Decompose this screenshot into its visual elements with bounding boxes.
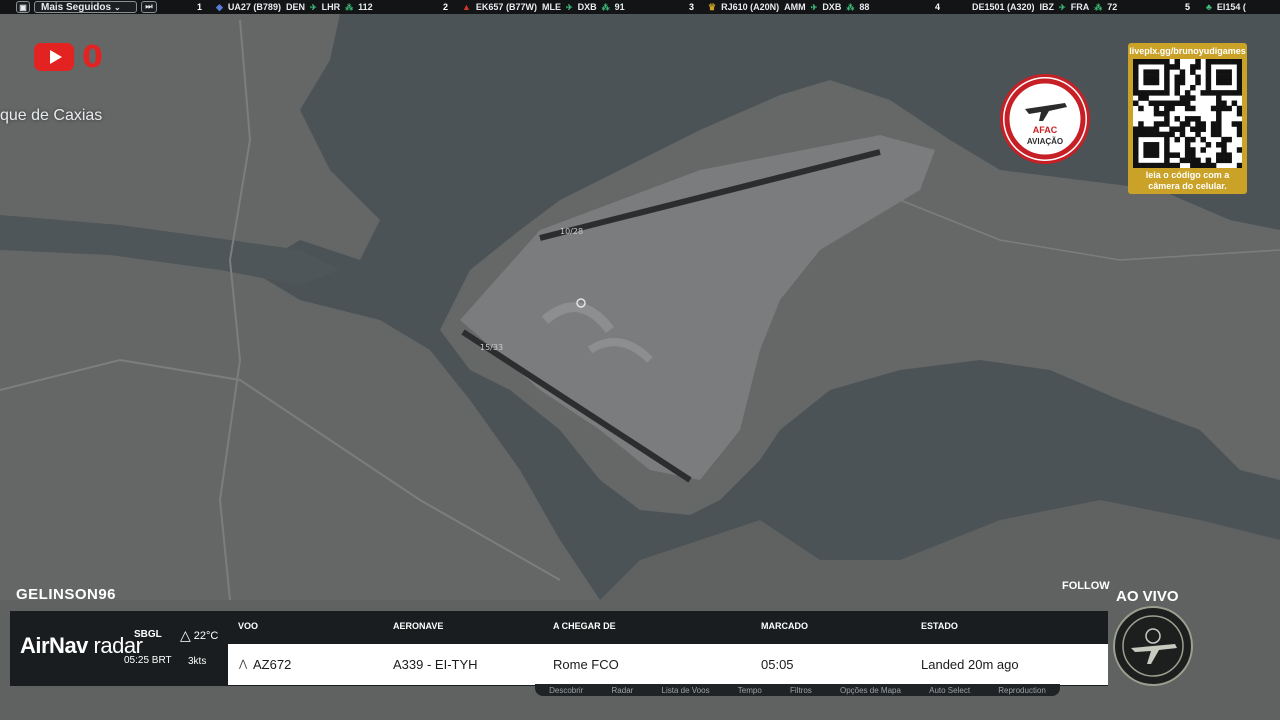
airport-code: SBGL xyxy=(134,629,162,640)
followers-icon: ⁂ xyxy=(1094,2,1103,12)
ticker-rank: 5 xyxy=(1185,2,1191,12)
follow-button[interactable]: FOLLOW xyxy=(1062,580,1110,592)
airline-logo-icon: ▲ xyxy=(462,2,471,12)
ticker-from: DEN xyxy=(285,2,305,12)
menu-button[interactable]: ▣ xyxy=(16,1,30,13)
youtube-count: 0 xyxy=(82,40,103,75)
chevron-down-icon: ⌄ xyxy=(114,2,121,12)
qr-caption-line2: câmera do celular. xyxy=(1148,181,1227,191)
local-time: 05:25 BRT xyxy=(124,655,172,666)
streamer-username: GELINSON96 xyxy=(16,586,117,603)
ticker-from: IBZ xyxy=(1039,2,1055,12)
menu-item[interactable]: Lista de Voos xyxy=(662,686,710,695)
qr-caption-line1: leia o código com a xyxy=(1145,170,1230,180)
ticker-rank: 3 xyxy=(689,2,695,12)
qr-url: liveplx.gg/brunoyudigames xyxy=(1129,46,1246,56)
plane-icon: ✈ xyxy=(309,2,317,12)
channel-badge-logo xyxy=(1113,606,1193,686)
plane-icon: ✈ xyxy=(810,2,818,12)
flight-icon: ⋀ xyxy=(239,659,248,670)
cell-flight: AZ672 xyxy=(253,657,292,672)
ticker-item[interactable]: 4 DE1501 (A320) IBZ ✈ FRA ⁂ 72 xyxy=(935,2,1185,13)
flight-ticker: 1 ◆ UA27 (B789) DEN ✈ LHR ⁂ 112 2 ▲ EK65… xyxy=(197,2,1265,13)
col-header-aircraft: AERONAVE xyxy=(393,621,444,631)
airline-logo-icon: ♣ xyxy=(1206,2,1212,12)
menu-item[interactable]: Radar xyxy=(612,686,634,695)
ticker-followers: 91 xyxy=(614,2,625,12)
followers-icon: ⁂ xyxy=(846,2,855,12)
ticker-to: DXB xyxy=(577,2,597,12)
cell-aircraft: A339 - EI-TYH xyxy=(393,657,478,672)
col-header-status: ESTADO xyxy=(921,621,958,631)
youtube-icon xyxy=(34,43,74,71)
menu-icon: ▣ xyxy=(19,2,27,12)
afac-sub: AVIAÇÃO xyxy=(1026,137,1064,146)
filter-label: Mais Seguidos xyxy=(41,1,112,13)
ticker-item[interactable]: 5 ♣ EI154 ( xyxy=(1185,2,1265,13)
ticker-rank: 1 xyxy=(197,2,203,12)
ticker-followers: 88 xyxy=(859,2,870,12)
plane-icon: ✈ xyxy=(565,2,573,12)
ticker-to: FRA xyxy=(1070,2,1090,12)
airline-logo-icon: ♛ xyxy=(708,1,717,12)
cell-arriving: Rome FCO xyxy=(553,657,619,672)
filter-dropdown[interactable]: Mais Seguidos ⌄ xyxy=(34,1,137,13)
weather-drop-icon: △ xyxy=(180,627,191,643)
plane-logo-icon xyxy=(1004,78,1086,160)
top-ticker-bar: ▣ Mais Seguidos ⌄ ⏭ 1 ◆ UA27 (B789) DEN … xyxy=(0,0,1280,14)
live-label: AO VIVO xyxy=(1116,588,1179,605)
airplane-badge-icon xyxy=(1122,615,1184,677)
ticker-code: EI154 ( xyxy=(1216,2,1246,12)
map-place-label: que de Caxias xyxy=(0,107,103,124)
followers-icon: ⁂ xyxy=(345,2,354,12)
ticker-code: UA27 (B789) xyxy=(227,2,281,12)
cell-status: Landed 20m ago xyxy=(921,657,1019,672)
skip-button[interactable]: ⏭ xyxy=(141,1,157,13)
col-header-scheduled: MARCADO xyxy=(761,621,808,631)
ticker-code: RJ610 (A20N) xyxy=(721,2,780,12)
ticker-from: MLE xyxy=(541,2,561,12)
runway-label-b: 15/33 xyxy=(480,343,503,352)
afac-logo: AFAC AVIAÇÃO xyxy=(1000,74,1090,164)
ticker-item[interactable]: 3 ♛ RJ610 (A20N) AMM ✈ DXB ⁂ 88 xyxy=(689,2,935,13)
menu-item[interactable]: Filtros xyxy=(790,686,812,695)
table-row[interactable]: ⋀ AZ672 A339 - EI-TYH Rome FCO 05:05 Lan… xyxy=(228,644,1108,685)
runway-label-a: 10/28 xyxy=(560,227,583,236)
temp-value: 22°C xyxy=(193,629,219,642)
menu-item[interactable]: Opções de Mapa xyxy=(840,686,901,695)
menu-item[interactable]: Auto Select xyxy=(929,686,970,695)
ticker-code: EK657 (B77W) xyxy=(475,2,537,12)
flight-info-panel: AirNav radar SBGL 05:25 BRT △ 22°C 3kts … xyxy=(10,611,1108,686)
ticker-to: LHR xyxy=(321,2,341,12)
ticker-rank: 4 xyxy=(935,2,941,12)
airline-logo-icon: ◆ xyxy=(216,1,223,12)
qr-card: liveplx.gg/brunoyudigames leia o código … xyxy=(1128,43,1247,194)
menu-item[interactable]: Descobrir xyxy=(549,686,583,695)
brand-part-1: AirNav xyxy=(20,633,88,658)
qr-caption: leia o código com a câmera do celular. xyxy=(1128,170,1247,192)
ticker-rank: 2 xyxy=(443,2,449,12)
followers-icon: ⁂ xyxy=(601,2,610,12)
ticker-item[interactable]: 2 ▲ EK657 (B77W) MLE ✈ DXB ⁂ 91 xyxy=(443,2,689,13)
ticker-item[interactable]: 1 ◆ UA27 (B789) DEN ✈ LHR ⁂ 112 xyxy=(197,2,443,13)
afac-name: AFAC xyxy=(1032,125,1058,135)
col-header-flight: VOO xyxy=(238,621,259,631)
cell-scheduled: 05:05 xyxy=(761,657,794,672)
col-header-arriving: A CHEGAR DE xyxy=(553,621,616,631)
ticker-to: DXB xyxy=(822,2,842,12)
ticker-followers: 72 xyxy=(1107,2,1118,12)
bottom-menu: Descobrir Radar Lista de Voos Tempo Filt… xyxy=(535,684,1060,696)
ticker-from: AMM xyxy=(784,2,806,12)
weather-temp: △ 22°C xyxy=(180,627,218,644)
menu-item[interactable]: Tempo xyxy=(738,686,762,695)
plane-icon: ✈ xyxy=(1059,2,1066,12)
ticker-followers: 112 xyxy=(358,2,373,12)
qr-code xyxy=(1133,59,1243,169)
wind-speed: 3kts xyxy=(188,656,207,667)
ticker-code: DE1501 (A320) xyxy=(972,2,1035,12)
menu-item[interactable]: Reproduction xyxy=(998,686,1046,695)
skip-icon: ⏭ xyxy=(145,2,153,11)
